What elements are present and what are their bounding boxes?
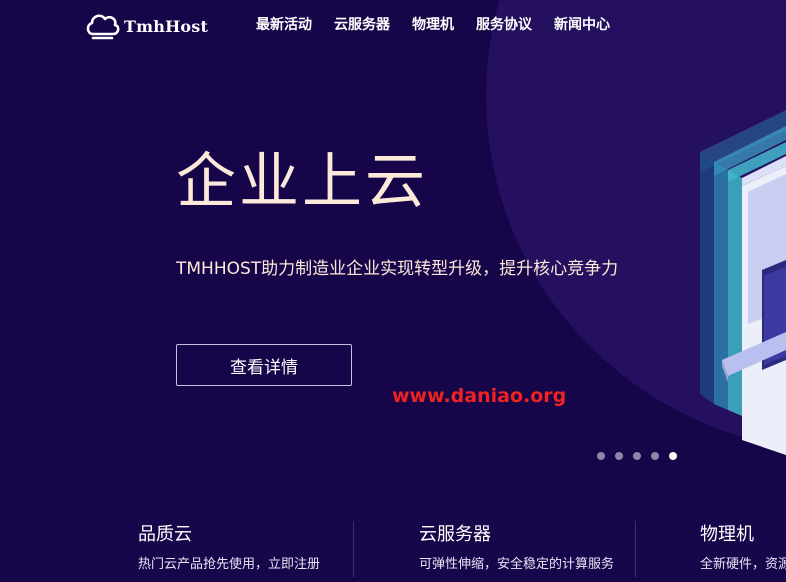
server-illustration: [700, 110, 786, 455]
brand-name: TmhHost: [124, 16, 209, 36]
feature-divider: [635, 521, 636, 577]
nav-item-news-center[interactable]: 新闻中心: [554, 14, 610, 34]
feature-title: 云服务器: [419, 524, 491, 545]
feature-title: 物理机: [700, 524, 754, 545]
feature-title: 品质云: [138, 524, 192, 545]
carousel-dot-1[interactable]: [597, 452, 605, 460]
view-details-button[interactable]: 查看详情: [176, 344, 352, 386]
nav-item-service-agreement[interactable]: 服务协议: [476, 14, 532, 34]
nav-menu: 最新活动 云服务器 物理机 服务协议 新闻中心: [256, 14, 632, 34]
feature-card-cloud-server[interactable]: 云服务器 可弹性伸缩，安全稳定的计算服务: [419, 522, 614, 574]
feature-card-quality-cloud[interactable]: 品质云 热门云产品抢先使用，立即注册: [138, 522, 320, 574]
carousel-dot-2[interactable]: [615, 452, 623, 460]
brand-logo[interactable]: TmhHost: [84, 9, 208, 43]
carousel-dot-5-active[interactable]: [669, 452, 677, 460]
feature-divider: [353, 521, 354, 577]
feature-description: 可弹性伸缩，安全稳定的计算服务: [419, 557, 615, 572]
feature-description: 全新硬件，资源: [700, 557, 786, 572]
features-strip: 品质云 热门云产品抢先使用，立即注册 云服务器 可弹性伸缩，安全稳定的计算服务 …: [0, 500, 786, 582]
top-navigation: TmhHost 最新活动 云服务器 物理机 服务协议 新闻中心: [0, 0, 786, 52]
hero-title: 企业上云: [176, 147, 428, 217]
nav-item-latest-activities[interactable]: 最新活动: [256, 14, 312, 34]
nav-item-physical-machines[interactable]: 物理机: [412, 14, 454, 34]
carousel-dot-4[interactable]: [651, 452, 659, 460]
feature-card-physical-machine[interactable]: 物理机 全新硬件，资源: [700, 522, 786, 574]
hero-subtitle: TMHHOST助力制造业企业实现转型升级，提升核心竞争力: [176, 259, 619, 279]
hero-banner: TmhHost 最新活动 云服务器 物理机 服务协议 新闻中心 企业上云 TMH…: [0, 0, 786, 500]
cloud-logo-icon: [86, 14, 120, 40]
carousel-dot-3[interactable]: [633, 452, 641, 460]
nav-item-cloud-servers[interactable]: 云服务器: [334, 14, 390, 34]
watermark-text: www.daniao.org: [392, 385, 567, 407]
carousel-indicators: [597, 452, 687, 460]
feature-description: 热门云产品抢先使用，立即注册: [138, 557, 321, 572]
